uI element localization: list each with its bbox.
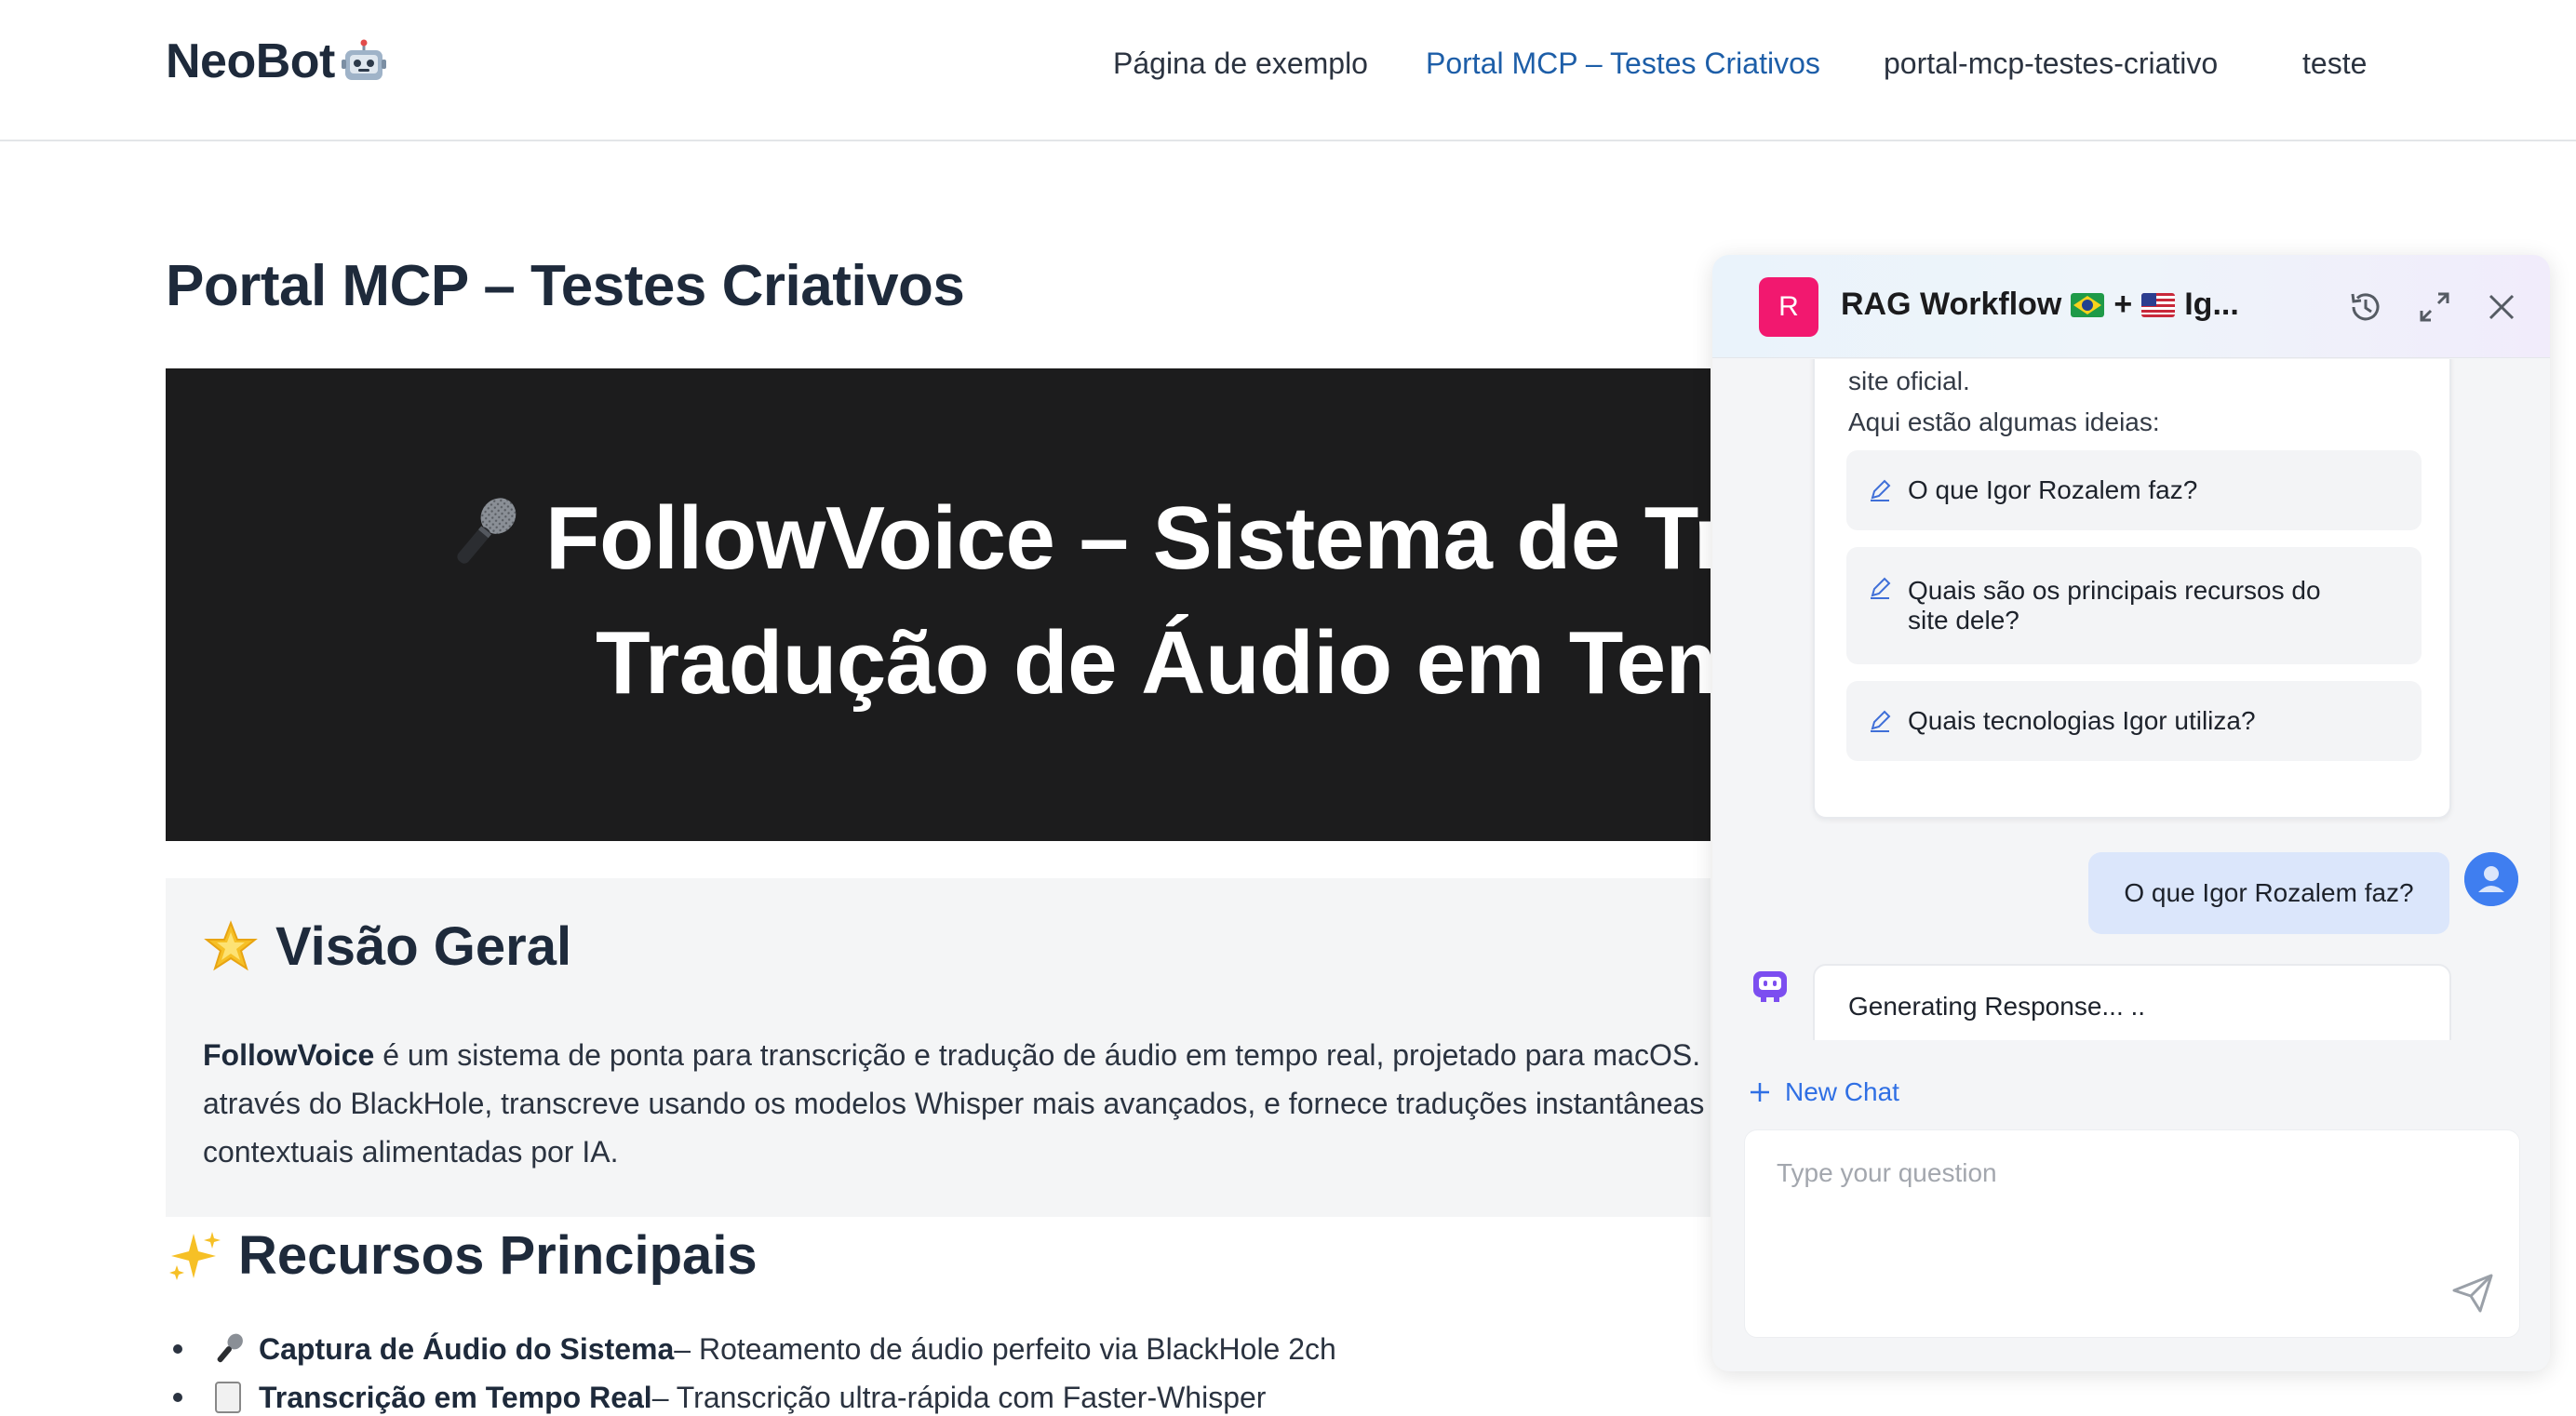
hero-title-text-1: FollowVoice – Sistema de Transcrição e [545,488,1711,588]
chat-title: RAG Workflow + Ig... [1841,287,2239,323]
chat-title-prefix: RAG Workflow [1841,287,2062,322]
chat-header: R RAG Workflow + Ig... [1712,255,2550,358]
suggestion-button[interactable]: Quais tecnologias Igor utiliza? [1846,681,2422,761]
suggestion-button[interactable]: Quais são os principais recursos do site… [1846,547,2422,664]
chat-title-suffix: Ig... [2184,287,2239,322]
bot-icon [1753,971,1787,1002]
history-icon[interactable] [2345,287,2386,327]
plus-icon [1751,1083,1769,1102]
bot-intro-tail: site oficial. [1848,367,1970,395]
feature-text: – Roteamento de áudio perfeito via Black… [674,1331,1336,1366]
send-icon[interactable] [2450,1270,2495,1315]
new-chat-label: New Chat [1785,1077,1899,1106]
user-message: O que Igor Rozalem faz? [2088,852,2449,934]
expand-icon[interactable] [2414,287,2455,327]
overview-line-1: é um sistema de ponta para transcrição e… [382,1038,1711,1072]
feature-bold: Captura de Áudio do Sistema [259,1331,675,1366]
nav-teste[interactable]: teste [2302,47,2367,81]
overview-section: Visão Geral FollowVoice é um sistema de … [166,878,1711,1217]
star-icon [204,919,258,970]
sparkles-icon [169,1231,221,1280]
bot-generating-message: Generating Response... .. [1813,964,2451,1040]
chat-messages[interactable]: site oficial. Aqui estão algumas ideias:… [1712,359,2550,1040]
overview-line-2: através do BlackHole, transcreve usando … [203,1087,1711,1120]
nav-pagina-de-exemplo[interactable]: Página de exemplo [1113,47,1368,81]
robot-icon [341,39,386,80]
microphone-icon [457,498,517,564]
features-heading-text: Recursos Principais [238,1225,758,1286]
features-heading: Recursos Principais [166,1224,758,1287]
pencil-icon [1871,710,1891,732]
brazil-flag-icon [2071,292,2105,317]
overview-heading: Visão Geral [203,915,571,978]
close-icon[interactable] [2481,287,2522,327]
nav-portal-mcp-testes-criativo[interactable]: portal-mcp-testes-criativo [1884,47,2218,81]
feature-item: Transcrição em Tempo Real – Transcrição … [166,1379,1266,1416]
overview-line-3: contextuais alimentadas por IA. [203,1135,619,1169]
bot-message: site oficial. Aqui estão algumas ideias:… [1813,359,2451,819]
bullet-dot [173,1393,182,1402]
feature-text: – Transcrição ultra-rápida com Faster-Wh… [651,1380,1267,1414]
site-header: NeoBot Página de exemplo Portal MCP – Te… [0,0,2576,141]
memo-icon [215,1382,241,1413]
suggestion-button[interactable]: O que Igor Rozalem faz? [1846,450,2422,530]
generating-text: Generating Response... .. [1848,992,2146,1021]
nav-portal-mcp[interactable]: Portal MCP – Testes Criativos [1426,47,1820,81]
question-input[interactable] [1775,1156,2486,1300]
page-title: Portal MCP – Testes Criativos [166,254,965,318]
user-avatar-icon [2464,852,2518,906]
overview-bold: FollowVoice [203,1038,375,1072]
us-flag-icon [2141,292,2176,317]
suggestion-label: Quais tecnologias Igor utiliza? [1908,706,2256,735]
feature-item: Captura de Áudio do Sistema – Roteamento… [166,1330,1336,1368]
question-input-container [1744,1129,2520,1338]
pencil-icon [1871,479,1891,501]
new-chat-button[interactable]: New Chat [1748,1077,1899,1107]
hero-title-line-2: Tradução de Áudio em Tempo Real [596,613,1711,713]
brand-logo[interactable]: NeoBot [166,33,387,89]
microphone-icon [217,1333,243,1363]
overview-paragraph: FollowVoice é um sistema de ponta para t… [203,1031,1711,1176]
hero-title-line-1: FollowVoice – Sistema de Transcrição e [441,488,1711,590]
pencil-icon [1871,577,1891,599]
hero-banner: FollowVoice – Sistema de Transcrição e T… [166,368,1711,841]
brand-name: NeoBot [166,34,335,88]
suggestion-label-line-2: site dele? [1908,606,2019,635]
overview-heading-text: Visão Geral [275,916,572,977]
chat-title-plus: + [2113,287,2133,322]
bot-ideas-label: Aqui estão algumas ideias: [1848,407,2160,436]
suggestion-label-line-1: Quais são os principais recursos do [1908,576,2321,605]
suggestion-label: O que Igor Rozalem faz? [1908,475,2198,504]
chat-widget: R RAG Workflow + Ig... site oficial. Aqu… [1712,255,2550,1371]
bullet-dot [173,1344,182,1354]
chat-logo: R [1759,277,1818,337]
feature-bold: Transcrição em Tempo Real [259,1380,652,1414]
